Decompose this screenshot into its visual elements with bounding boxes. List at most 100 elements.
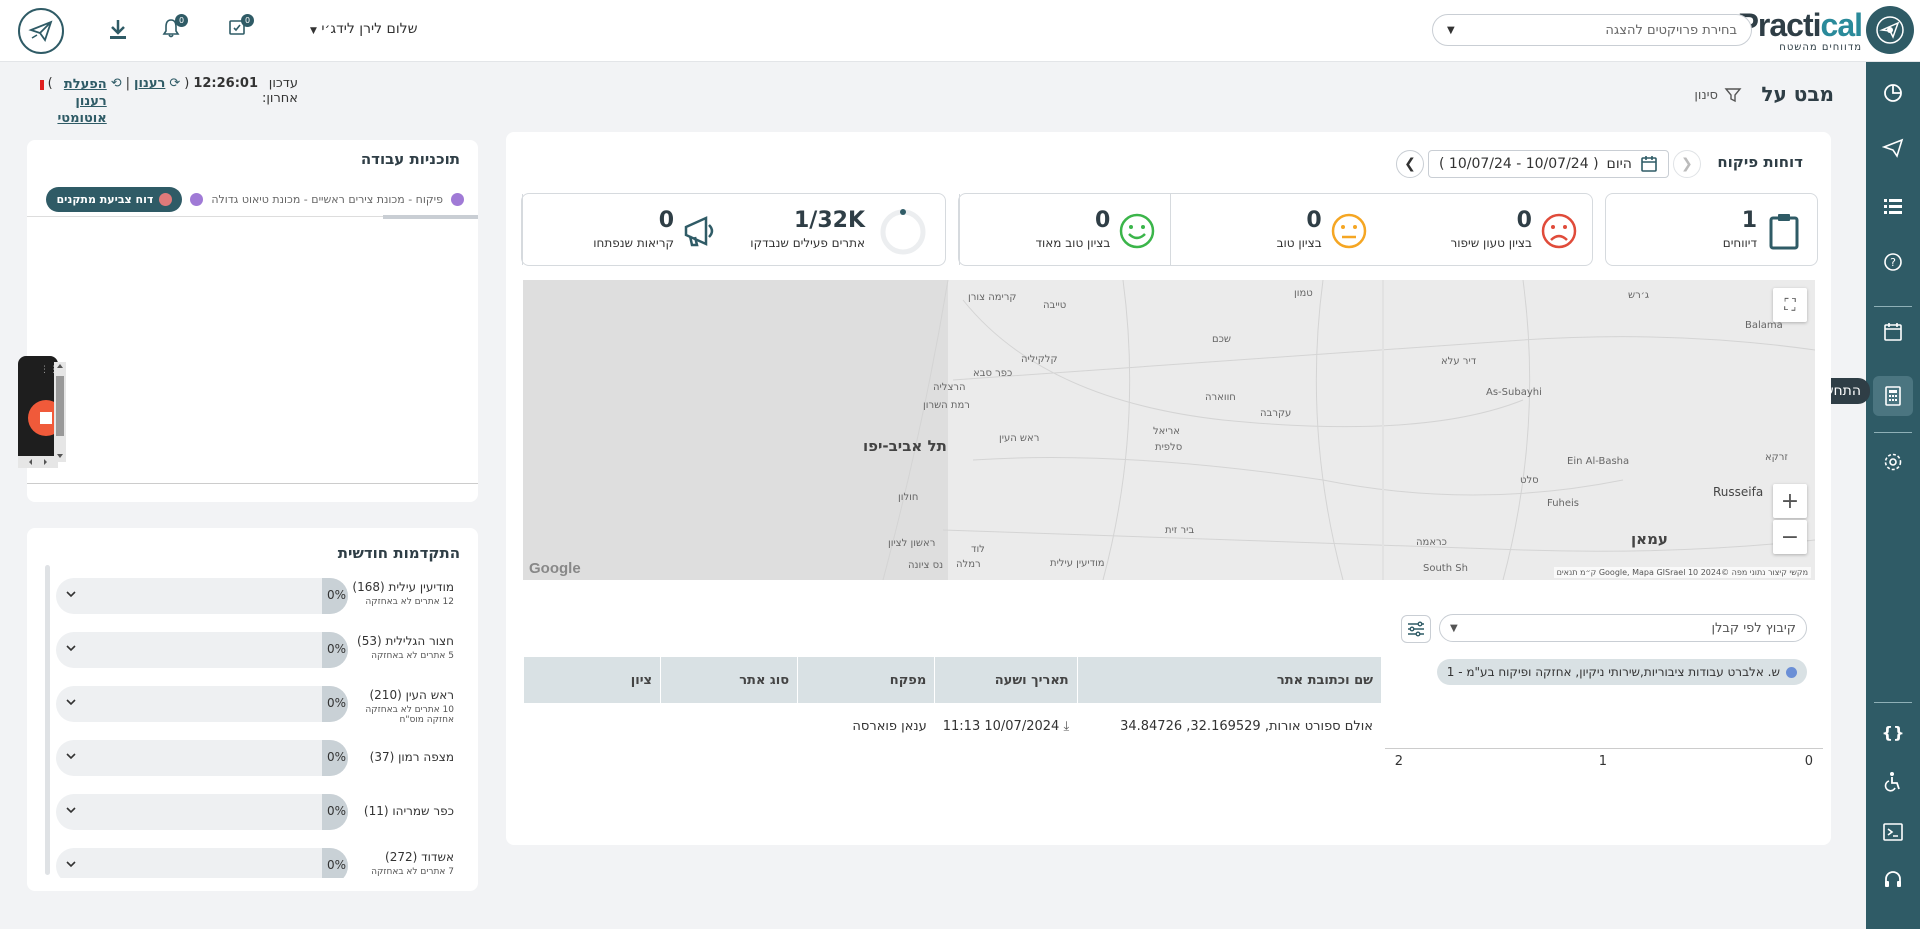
map-label: חווארה — [1205, 392, 1236, 403]
column-header[interactable]: שם וכתובת אתר — [1076, 657, 1381, 703]
progress-pct: 0% — [326, 642, 346, 656]
column-header[interactable]: ציון — [522, 657, 661, 703]
map-label: טמון — [1294, 288, 1313, 299]
map-label: South Sh — [1423, 563, 1468, 574]
chevron-down-icon[interactable] — [64, 857, 78, 871]
chart-menu-button[interactable] — [1401, 615, 1431, 643]
kpi-label: דיווחים — [1722, 236, 1757, 250]
user-menu[interactable]: שלום לירן לידג׳י ▼ — [310, 21, 418, 37]
kpi-label: בציון טוב — [1276, 236, 1322, 250]
nav-dashboard[interactable] — [1879, 78, 1907, 106]
tabs-scrollbar[interactable] — [383, 215, 478, 219]
date-range-picker[interactable]: היום ( 10/07/24 - 10/07/24 ) — [1428, 150, 1669, 178]
reports-table: שם וכתובת אתר תאריך ושעה מפקח סוג אתר צי… — [522, 657, 1382, 749]
column-header[interactable]: סוג אתר — [660, 657, 798, 703]
chevron-down-icon[interactable] — [64, 641, 78, 655]
chevron-down-icon[interactable] — [64, 803, 78, 817]
map-label: רמלה — [956, 559, 981, 570]
headset-icon — [1885, 871, 1901, 887]
datetime-cell: ⤓ 10/07/2024 11:13 — [942, 718, 1070, 734]
next-date-button[interactable]: ❮ — [1396, 150, 1424, 178]
progress-pct: 0% — [326, 588, 346, 602]
download-icon[interactable]: ⤓ — [1063, 719, 1069, 734]
legend-item[interactable]: ש. אלברט עבודות ציבוריות,שירותי ניקיון, … — [1436, 659, 1807, 685]
paper-plane-icon — [1882, 138, 1904, 158]
kpi-scores: 0 בציון טוב מאוד 0 בציון טוב 0 בציון טעו… — [958, 193, 1593, 266]
column-header[interactable]: תאריך ושעה — [934, 657, 1078, 703]
help-chat-icon: ? — [1884, 253, 1902, 271]
monthly-scrollbar[interactable] — [45, 565, 50, 875]
kpi-label: אתרים פעילים שנבדקו — [750, 236, 865, 250]
list-item[interactable]: כפר שמריהו (11) 0% — [56, 794, 454, 830]
nav-help[interactable]: ? — [1879, 248, 1907, 276]
tasks-button[interactable]: 0 — [228, 14, 254, 40]
list-item[interactable]: אשדוד (272) 7 אתרים לא באחזקה 0% — [56, 848, 454, 878]
nav-send[interactable] — [1879, 134, 1907, 162]
nav-accessibility[interactable] — [1879, 768, 1907, 796]
refresh-link[interactable]: רענון — [134, 76, 165, 91]
download-button[interactable] — [108, 18, 128, 44]
map-label: כראמה — [1416, 537, 1447, 548]
megaphone-icon — [684, 216, 714, 247]
logo[interactable]: Practical מדווחים מהשטח — [1738, 6, 1914, 54]
floating-widget[interactable]: ⋮⋮ — [18, 356, 66, 468]
axis-tick: 2 — [1394, 754, 1403, 769]
braces-icon: {} — [1881, 722, 1905, 742]
chevron-down-icon[interactable] — [64, 587, 78, 601]
project-select[interactable]: בחירת פרויקטים להצגה ▼ — [1432, 14, 1752, 46]
kpi-card: 0 קריאות שנפתחו — [522, 194, 734, 265]
logo-accent: cal — [1820, 6, 1863, 43]
nav-settings[interactable] — [1879, 448, 1907, 476]
map-label: סלפית — [1155, 442, 1183, 453]
tab-label: דוח צביעת מתקנים — [56, 193, 154, 206]
notifications-button[interactable]: 0 — [162, 14, 188, 42]
map-label: הרצליה — [933, 382, 966, 393]
terminal-icon — [1883, 823, 1903, 841]
column-header[interactable]: מפקח — [797, 657, 935, 703]
map-label: Ein Al-Basha — [1567, 456, 1630, 467]
download-icon — [110, 20, 126, 39]
list-item[interactable]: חצור הגלילית (53) 5 אתרים לא באחזקה 0% — [56, 632, 454, 668]
nav-calendar[interactable] — [1879, 318, 1907, 346]
site-cell: אולם ספורט אורות, 32.169529, 34.84726 — [1120, 718, 1373, 734]
list-item[interactable]: מודיעין עילית (168) 12 אתרים לא באחזקה 0… — [56, 578, 454, 614]
city-name: ראש העין (210) — [369, 688, 454, 702]
map-label: עמאן — [1631, 530, 1668, 548]
calculator-icon — [1885, 386, 1901, 406]
tab-paint-report[interactable]: דוח צביעת מתקנים — [46, 187, 183, 212]
city-name: מצפה רמון (37) — [369, 750, 454, 764]
zoom-out-button[interactable]: − — [1773, 520, 1807, 554]
nav-terminal[interactable] — [1879, 818, 1907, 846]
table-row[interactable]: אולם ספורט אורות, 32.169529, 34.84726 ⤓ … — [524, 703, 1382, 749]
chevron-down-icon[interactable] — [64, 695, 78, 709]
paper-plane-button[interactable] — [18, 8, 64, 54]
list-item[interactable]: ראש העין (210) 10 אתרים לא באחזקה אחזקה … — [56, 686, 454, 725]
prev-date-button[interactable]: ❯ — [1672, 150, 1701, 178]
kpi-value: 0 — [1095, 208, 1111, 233]
filter-button[interactable]: סינון — [1694, 86, 1742, 104]
map-label: ראש העין — [999, 433, 1040, 444]
tab-inspection[interactable]: פיקוח - מכונת צירים ראשיים - מכונת טיאוט… — [211, 193, 443, 206]
tab-dot — [451, 193, 464, 206]
list-item[interactable]: מצפה רמון (37) 0% — [56, 740, 454, 776]
nav-billing[interactable] — [1873, 376, 1913, 416]
pie-chart-icon — [1884, 84, 1902, 102]
site-type-cell — [661, 703, 798, 749]
list-settings-icon — [1408, 621, 1424, 637]
map-label: קלקיליה — [1021, 354, 1058, 365]
zoom-in-button[interactable]: + — [1773, 484, 1807, 518]
progress-bar: 0% — [56, 686, 348, 722]
map[interactable]: תל אביב-יפו חולון ראשון לציון הרצליה רמת… — [523, 280, 1815, 580]
group-by-select[interactable]: קיבוץ לפי קבלן ▼ — [1439, 614, 1807, 642]
update-area: עדכון אחרון: 12:26:01 ( ⟳ רענון | ⟲ הפעל… — [18, 76, 298, 127]
nav-list[interactable] — [1879, 192, 1907, 220]
fullscreen-button[interactable]: ⛶ — [1773, 288, 1807, 322]
map-label: תל אביב-יפו — [863, 437, 947, 455]
nav-code[interactable]: {} — [1879, 718, 1907, 746]
nav-support[interactable] — [1879, 866, 1907, 894]
map-attribution[interactable]: מקשי קיצור נתוני מפה ©2024 Google, Mapa … — [1553, 567, 1811, 578]
auto-refresh-link[interactable]: הפעלת רענון אוטומטי — [57, 76, 106, 127]
recording-indicator — [39, 80, 44, 90]
kpi-value: 1 — [1741, 208, 1757, 233]
chevron-down-icon[interactable] — [64, 749, 78, 763]
